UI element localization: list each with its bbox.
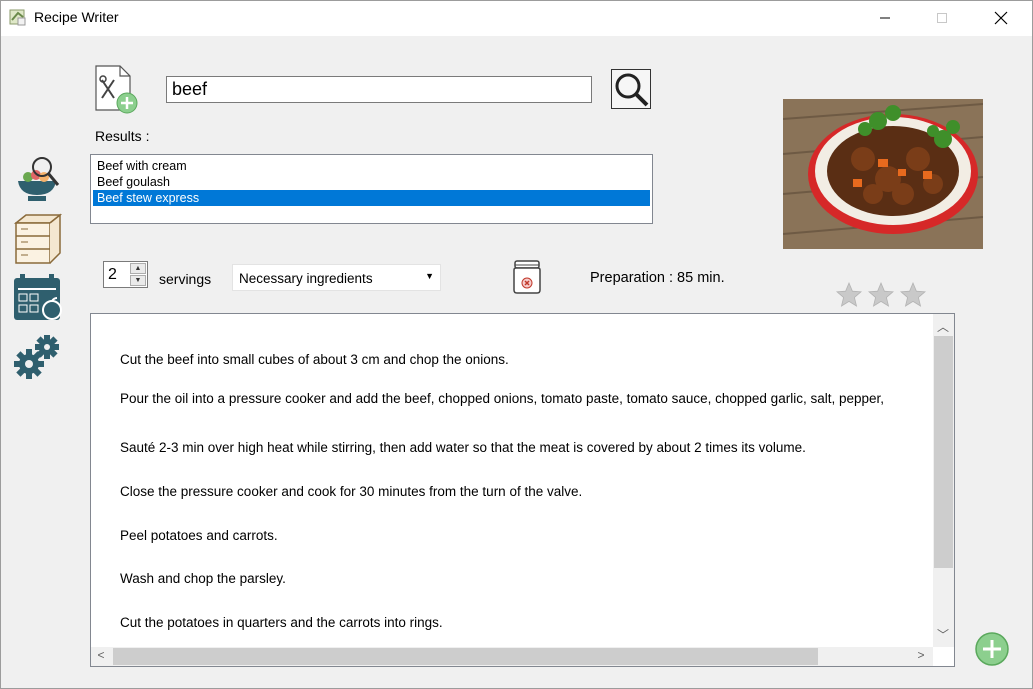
star-icon (899, 281, 927, 307)
new-recipe-icon[interactable] (94, 64, 140, 114)
results-label: Results : (95, 128, 150, 144)
meal-planner-icon[interactable] (12, 272, 64, 324)
app-icon (9, 9, 26, 26)
magnifier-icon (615, 73, 649, 107)
add-circle-icon[interactable] (974, 631, 1010, 667)
horizontal-scrollbar[interactable]: < > (91, 647, 933, 666)
servings-label: servings (159, 271, 212, 287)
instruction-step: Cut the beef into small cubes of about 3… (120, 352, 509, 367)
scroll-right-icon[interactable]: > (911, 648, 931, 662)
instruction-step: Pour the oil into a pressure cooker and … (120, 391, 884, 406)
scroll-left-icon[interactable]: < (91, 648, 111, 662)
search-input[interactable] (166, 76, 592, 103)
close-button[interactable] (978, 0, 1024, 36)
preparation-time: Preparation : 85 min. (590, 270, 725, 286)
vertical-scrollbar[interactable]: ︿ ﹀ (933, 314, 954, 647)
instruction-step: Close the pressure cooker and cook for 3… (120, 484, 583, 499)
instruction-step: Wash and chop the parsley. (120, 571, 286, 586)
star-icon (867, 281, 895, 307)
settings-icon[interactable] (12, 330, 64, 382)
ingredients-dropdown[interactable]: Necessary ingredients ▼ (232, 264, 441, 291)
chevron-down-icon: ▼ (425, 271, 434, 281)
rating-stars[interactable] (835, 281, 927, 309)
result-item[interactable]: Beef with cream (93, 158, 650, 174)
result-item-selected[interactable]: Beef stew express (93, 190, 650, 206)
maximize-icon (937, 13, 947, 23)
instruction-step: Sauté 2-3 min over high heat while stirr… (120, 440, 806, 455)
horizontal-scroll-thumb[interactable] (113, 648, 818, 665)
servings-value: 2 (108, 266, 117, 283)
results-list[interactable]: Beef with cream Beef goulash Beef stew e… (90, 154, 653, 224)
servings-up-button[interactable]: ▲ (130, 263, 146, 274)
servings-down-button[interactable]: ▼ (130, 275, 146, 286)
servings-stepper[interactable]: 2 ▲ ▼ (103, 261, 148, 288)
minimize-icon (880, 17, 890, 19)
close-icon (994, 11, 1008, 25)
recipe-photo (783, 99, 983, 249)
vertical-scroll-thumb[interactable] (934, 336, 953, 568)
jar-icon[interactable] (512, 259, 542, 295)
result-item[interactable]: Beef goulash (93, 174, 650, 190)
minimize-button[interactable] (862, 0, 908, 36)
instructions-panel[interactable]: Cut the beef into small cubes of about 3… (90, 313, 955, 667)
instruction-step: Cut the potatoes in quarters and the car… (120, 615, 443, 630)
scroll-up-icon[interactable]: ︿ (933, 318, 953, 335)
scroll-down-icon[interactable]: ﹀ (933, 626, 953, 643)
search-button[interactable] (611, 69, 651, 109)
star-icon (835, 281, 863, 307)
window-title: Recipe Writer (34, 9, 119, 25)
ingredients-dropdown-value: Necessary ingredients (239, 271, 373, 286)
maximize-button[interactable] (919, 0, 965, 36)
recipe-search-icon[interactable] (12, 153, 64, 205)
instruction-step: Peel potatoes and carrots. (120, 528, 278, 543)
pantry-icon[interactable] (12, 213, 64, 265)
